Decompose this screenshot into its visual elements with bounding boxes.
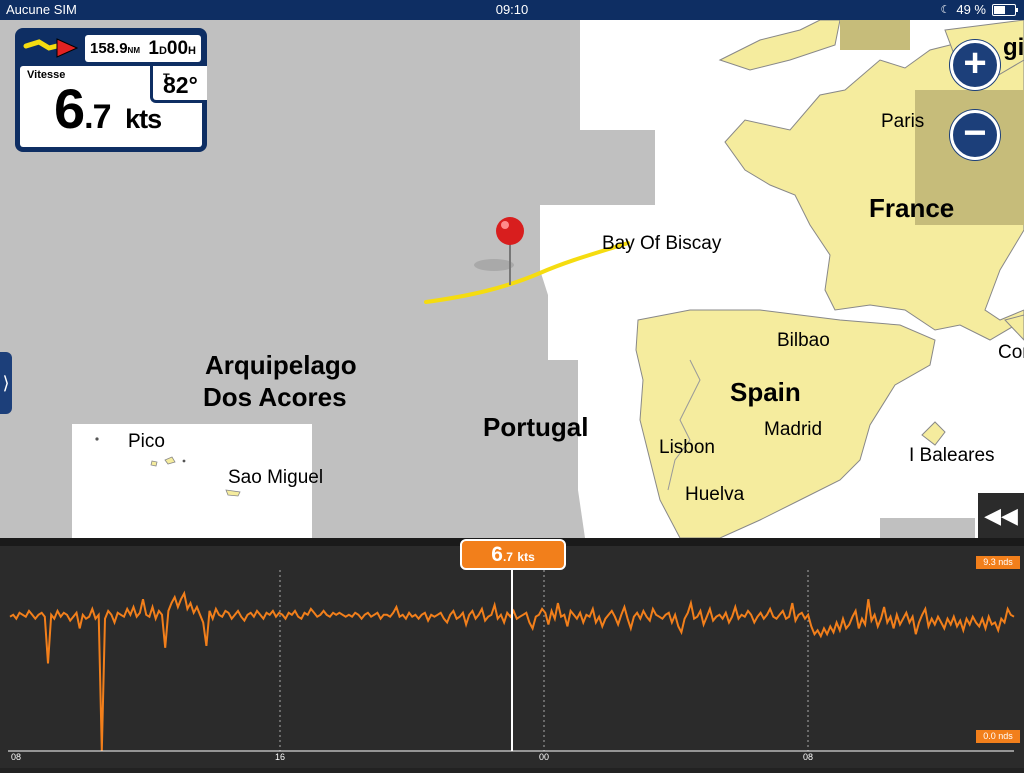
label-azores-line1: Arquipelago — [205, 350, 357, 380]
distance-time-box: 158.9NM 1D00H — [85, 35, 201, 62]
azores-area-ext — [72, 424, 260, 454]
label-sao-miguel: Sao Miguel — [228, 467, 324, 488]
speed-chart — [8, 566, 1015, 752]
x-tick-label-3: 00 — [539, 752, 550, 762]
x-tick-label-1: 08 — [11, 752, 22, 762]
sta-maria-island — [182, 459, 186, 463]
uk-shaded — [840, 20, 910, 50]
label-cor-partial: Cor — [998, 342, 1024, 363]
pin-highlight — [501, 221, 509, 229]
status-right: ☾ 49 % — [940, 0, 1018, 20]
label-azores-line2: Dos Acores — [203, 382, 347, 412]
speed-chart-panel[interactable] — [0, 538, 1024, 768]
label-bilbao: Bilbao — [777, 330, 830, 351]
label-pico: Pico — [128, 431, 165, 452]
label-portugal: Portugal — [483, 412, 589, 442]
label-lisbon: Lisbon — [659, 437, 715, 458]
label-spain: Spain — [730, 377, 801, 407]
collapse-chevrons-icon[interactable]: ◀◀ — [978, 493, 1024, 538]
zoom-out-button[interactable]: − — [950, 110, 1000, 160]
route-arrow-icon — [23, 38, 79, 58]
x-tick-label-2: 16 — [275, 752, 286, 762]
speed-box: Vitesse 6.7 kts 82° T — [20, 66, 207, 147]
label-bay-of-biscay: Bay Of Biscay — [602, 233, 722, 254]
label-huelva: Huelva — [685, 484, 745, 505]
label-madrid: Madrid — [764, 419, 823, 440]
label-baleares: I Baleares — [909, 445, 995, 466]
status-bar: Aucune SIM 09:10 ☾ 49 % — [0, 0, 1024, 20]
heading-box: 82° T — [150, 66, 207, 103]
distance-readout: 158.9NM — [90, 40, 140, 57]
duration-readout: 1D00H — [148, 38, 196, 59]
speed-value: 6.7 kts — [54, 77, 162, 140]
battery-percent: 49 % — [956, 2, 986, 17]
max-speed-tag: 9.3 nds — [976, 556, 1020, 569]
x-tick-label-4: 08 — [803, 752, 814, 762]
label-france: France — [869, 193, 955, 223]
pin-head — [496, 217, 524, 245]
battery-icon — [992, 4, 1018, 16]
zoom-in-button[interactable]: + — [950, 40, 1000, 90]
moon-icon: ☾ — [940, 4, 951, 16]
cursor-speed-label: 6.7 kts — [460, 539, 566, 570]
min-speed-tag: 0.0 nds — [976, 730, 1020, 743]
africa-shaded — [880, 518, 975, 538]
instrument-panel[interactable]: 158.9NM 1D00H Vitesse 6.7 kts 82° T — [15, 28, 207, 152]
side-panel-toggle[interactable]: ⟩ — [0, 352, 12, 414]
label-paris: Paris — [881, 111, 925, 132]
label-belgium-partial: gi — [1003, 34, 1024, 61]
clock: 09:10 — [495, 2, 529, 17]
flores-island — [95, 437, 99, 441]
faial-island — [150, 460, 158, 467]
pin-shadow — [474, 259, 514, 271]
